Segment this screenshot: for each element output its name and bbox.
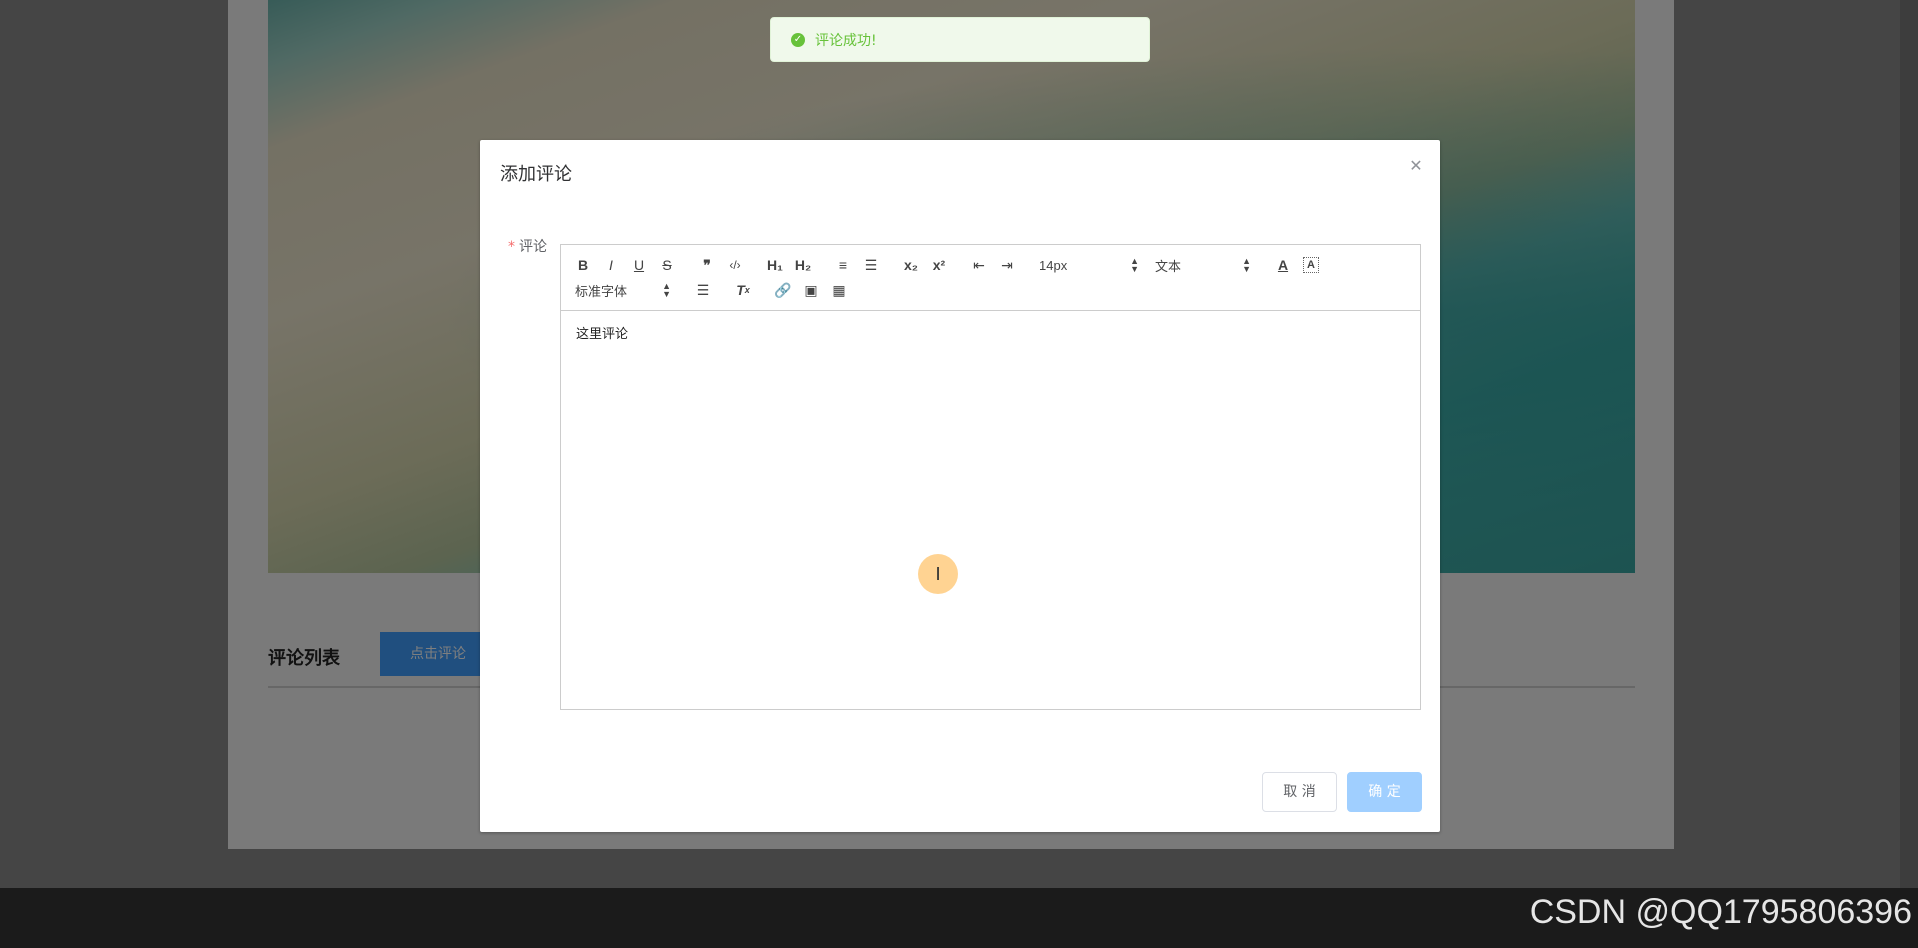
header-value: 文本 [1155, 258, 1182, 274]
close-icon[interactable]: ✕ [1408, 158, 1424, 174]
font-family-value: 标准字体 [575, 283, 628, 299]
check-circle-icon: ✓ [791, 32, 805, 47]
font-size-value: 14px [1039, 257, 1068, 273]
clear-format-icon[interactable]: Tx [729, 278, 757, 302]
h1-button[interactable]: H₁ [761, 253, 789, 277]
cancel-button[interactable]: 取 消 [1262, 772, 1337, 812]
align-left-icon[interactable]: ☰ [689, 278, 717, 302]
dialog-title: 添加评论 [500, 164, 572, 185]
subscript-button[interactable]: x₂ [897, 253, 925, 277]
comment-field-label: * 评论 [508, 236, 547, 256]
toolbar-row-2: 标准字体 ▲ ▼ ☰ Tx 🔗 ▣ ▦ [569, 278, 1412, 302]
bullet-list-button[interactable]: ☰ [857, 253, 885, 277]
success-toast: ✓ 评论成功! [770, 17, 1150, 62]
add-comment-dialog: 添加评论 ✕ *评论 B I U S ❞ ‹/› H₁ H₂ ≡ ☰ x₂ x [480, 140, 1440, 832]
outdent-button[interactable]: ⇤ [965, 253, 993, 277]
bold-button[interactable]: B [569, 253, 597, 277]
field-label-text: 评论 [519, 239, 547, 255]
watermark: CSDN @QQ1795806396 [1529, 893, 1912, 931]
toast-message: 评论成功! [815, 32, 877, 49]
link-icon[interactable]: 🔗 [769, 278, 797, 302]
underline-button[interactable]: U [625, 253, 653, 277]
select-arrows-icon: ▲ ▼ [662, 281, 671, 299]
blockquote-button[interactable]: ❞ [693, 253, 721, 277]
strike-button[interactable]: S [653, 253, 681, 277]
italic-button[interactable]: I [597, 253, 625, 277]
text-cursor-icon: I [918, 554, 958, 594]
image-icon[interactable]: ▣ [797, 278, 825, 302]
editor-toolbar: B I U S ❞ ‹/› H₁ H₂ ≡ ☰ x₂ x² ⇤ ⇥ 14px ▲… [561, 245, 1420, 311]
ordered-list-button[interactable]: ≡ [829, 253, 857, 277]
font-family-select[interactable]: 标准字体 ▲ ▼ [569, 278, 677, 302]
superscript-button[interactable]: x² [925, 253, 953, 277]
required-mark: * [508, 239, 515, 255]
select-arrows-icon: ▲ ▼ [1130, 256, 1139, 274]
video-icon[interactable]: ▦ [825, 278, 853, 302]
code-block-button[interactable]: ‹/› [721, 253, 749, 277]
h2-button[interactable]: H₂ [789, 253, 817, 277]
editor-content[interactable]: 这里评论 [561, 311, 1420, 709]
select-arrows-icon: ▲ ▼ [1242, 256, 1251, 274]
rich-text-editor: B I U S ❞ ‹/› H₁ H₂ ≡ ☰ x₂ x² ⇤ ⇥ 14px ▲… [560, 244, 1421, 710]
background-color-button[interactable]: A [1303, 257, 1319, 273]
header-select[interactable]: 文本 ▲ ▼ [1149, 253, 1257, 277]
font-size-select[interactable]: 14px ▲ ▼ [1033, 253, 1145, 277]
indent-button[interactable]: ⇥ [993, 253, 1021, 277]
font-color-button[interactable]: A [1269, 253, 1297, 277]
toolbar-row-1: B I U S ❞ ‹/› H₁ H₂ ≡ ☰ x₂ x² ⇤ ⇥ 14px ▲… [569, 253, 1412, 277]
confirm-button[interactable]: 确 定 [1347, 772, 1422, 812]
